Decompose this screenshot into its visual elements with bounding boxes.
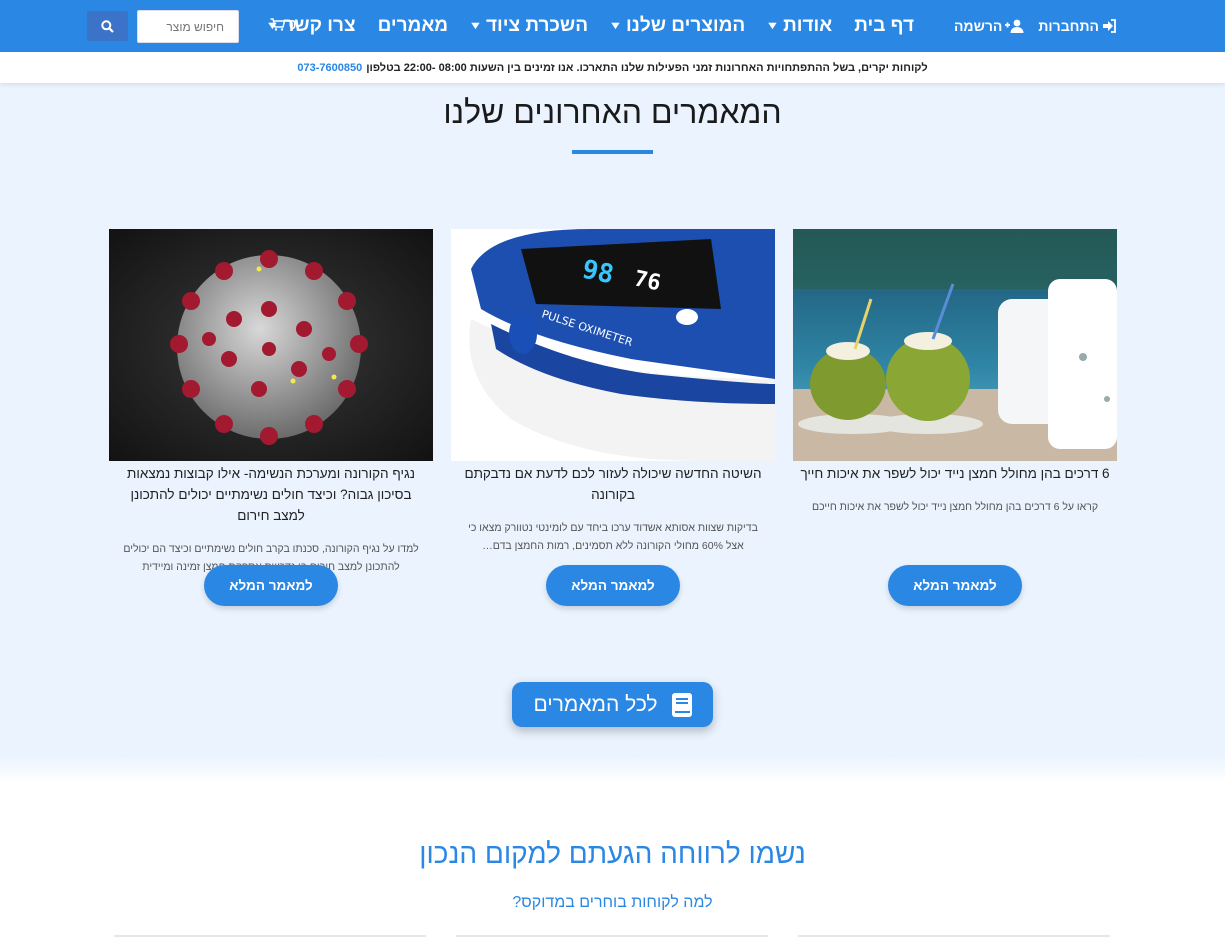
article-title[interactable]: 6 דרכים בהן מחולל חמצן נייד יכול לשפר את…: [793, 463, 1117, 484]
articles-section-title: המאמרים האחרונים שלנו: [443, 94, 782, 130]
article-excerpt: בדיקות שצוות אסותא אשדוד ערכו ביחד עם לו…: [468, 522, 758, 552]
nav-item-products[interactable]: המוצרים שלנו ▼: [608, 15, 745, 37]
all-articles-button[interactable]: לכל המאמרים: [512, 682, 713, 727]
auth-links: התחברות הרשמה: [954, 0, 1117, 52]
why-us-title: נשמו לרווחה הגעתם למקום הנכון: [419, 838, 806, 869]
login-link[interactable]: התחברות: [1038, 18, 1117, 34]
search-button[interactable]: [87, 11, 128, 41]
read-more-button[interactable]: למאמר המלא: [204, 565, 338, 606]
nav-item-home[interactable]: דף בית: [854, 15, 914, 37]
register-link[interactable]: הרשמה: [954, 18, 1024, 34]
read-more-button[interactable]: למאמר המלא: [546, 565, 680, 606]
sign-in-icon: [1103, 19, 1116, 33]
article-image-oxygen-concentrator[interactable]: [793, 229, 1117, 461]
article-card: 6 דרכים בהן מחולל חמצן נייד יכול לשפר את…: [793, 229, 1117, 606]
notice-text: לקוחות יקרים, בשל ההתפתחויות האחרונות זמ…: [366, 61, 928, 74]
title-underline: [572, 150, 653, 154]
chevron-down-icon: ▼: [468, 20, 483, 32]
search-input[interactable]: [137, 10, 239, 43]
main-nav: דף בית אודות ▼ המוצרים שלנו ▼ השכרת ציוד ▼ …: [266, 0, 914, 52]
cart-count: 0: [289, 17, 297, 32]
article-title[interactable]: השיטה החדשה שיכולה לעזור לכם לדעת אם נדב…: [451, 463, 775, 505]
article-image-pulse-oximeter[interactable]: 98 76 PULSE OXIMETER: [451, 229, 775, 461]
section-fade: [0, 755, 1225, 783]
oximeter-spo2-reading: 98: [580, 255, 617, 291]
cart-button[interactable]: 0: [270, 17, 296, 32]
nav-item-about[interactable]: אודות ▼: [765, 15, 833, 37]
book-icon: [671, 692, 692, 717]
chevron-down-icon: ▼: [608, 20, 623, 32]
search-icon: [101, 19, 114, 33]
article-card: נגיף הקורונה ומערכת הנשימה- אילו קבוצות …: [109, 229, 433, 606]
cart-icon: [270, 18, 285, 31]
why-us-subtitle: למה לקוחות בוחרים במדוקס?: [512, 894, 713, 911]
top-navbar: דף בית אודות ▼ המוצרים שלנו ▼ השכרת ציוד ▼ …: [0, 0, 1225, 52]
article-excerpt: קראו על 6 דרכים בהן מחולל חמצן נייד יכול…: [811, 501, 1099, 513]
notice-bar: לקוחות יקרים, בשל ההתפתחויות האחרונות זמ…: [0, 52, 1225, 83]
article-card: 98 76 PULSE OXIMETER השיטה החדשה שיכולה …: [451, 229, 775, 606]
chevron-down-icon: ▼: [765, 20, 780, 32]
article-title[interactable]: נגיף הקורונה ומערכת הנשימה- אילו קבוצות …: [109, 463, 433, 526]
article-image-coronavirus[interactable]: [109, 229, 433, 461]
notice-phone-link[interactable]: 073-7600850: [297, 62, 362, 74]
read-more-button[interactable]: למאמר המלא: [888, 565, 1022, 606]
nav-item-articles[interactable]: מאמרים: [378, 15, 449, 37]
user-plus-icon: [1005, 19, 1024, 33]
nav-item-rental[interactable]: השכרת ציוד ▼: [468, 15, 588, 37]
